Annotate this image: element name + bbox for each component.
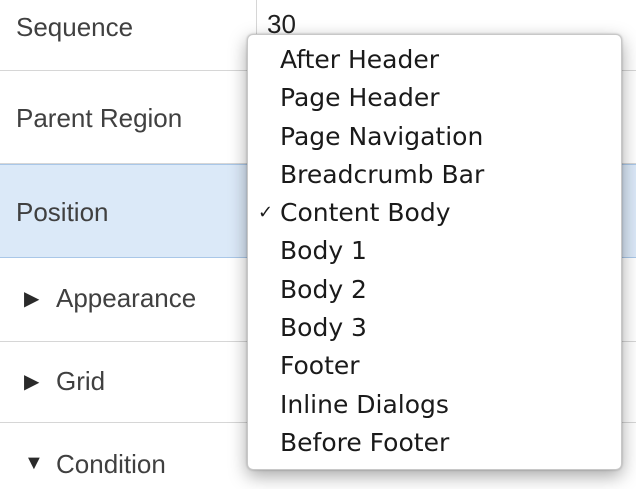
triangle-right-icon: ▶ [24,288,40,310]
position-label: Position [16,197,109,227]
triangle-right-icon: ▶ [24,371,40,393]
menu-item-inline-dialogs[interactable]: Inline Dialogs [248,386,621,424]
menu-item-label: After Header [280,45,440,74]
position-dropdown-menu: After Header Page Header Page Navigation… [247,34,622,470]
menu-item-label: Content Body [280,198,451,228]
menu-item-page-navigation[interactable]: Page Navigation [248,118,621,156]
sequence-label: Sequence [16,12,134,42]
menu-item-label: Breadcrumb Bar [280,159,485,189]
menu-item-body-3[interactable]: Body 3 [248,309,621,347]
menu-item-label: Page Header [280,83,440,113]
menu-item-label: Inline Dialogs [280,389,449,419]
menu-item-before-footer[interactable]: Before Footer [248,424,621,462]
menu-item-footer[interactable]: Footer [248,347,621,385]
menu-item-label: Before Footer [280,427,450,457]
menu-item-label: Page Navigation [280,121,484,151]
appearance-section-label: Appearance [56,283,197,313]
menu-item-content-body[interactable]: ✓ Content Body [248,194,621,232]
parent-region-label: Parent Region [16,103,183,133]
menu-item-page-header[interactable]: Page Header [248,79,621,117]
menu-item-body-1[interactable]: Body 1 [248,232,621,270]
condition-section-label: Condition [56,449,166,479]
menu-item-label: Footer [280,351,360,381]
checkmark-icon: ✓ [258,202,274,224]
menu-item-after-header[interactable]: After Header [248,41,621,79]
triangle-down-icon: ▼ [24,452,44,474]
grid-section-label: Grid [56,366,106,396]
menu-item-label: Body 2 [280,274,367,304]
menu-item-breadcrumb-bar[interactable]: Breadcrumb Bar [248,156,621,194]
menu-item-body-2[interactable]: Body 2 [248,271,621,309]
menu-item-label: Body 3 [280,313,367,343]
menu-item-label: Body 1 [280,236,367,266]
